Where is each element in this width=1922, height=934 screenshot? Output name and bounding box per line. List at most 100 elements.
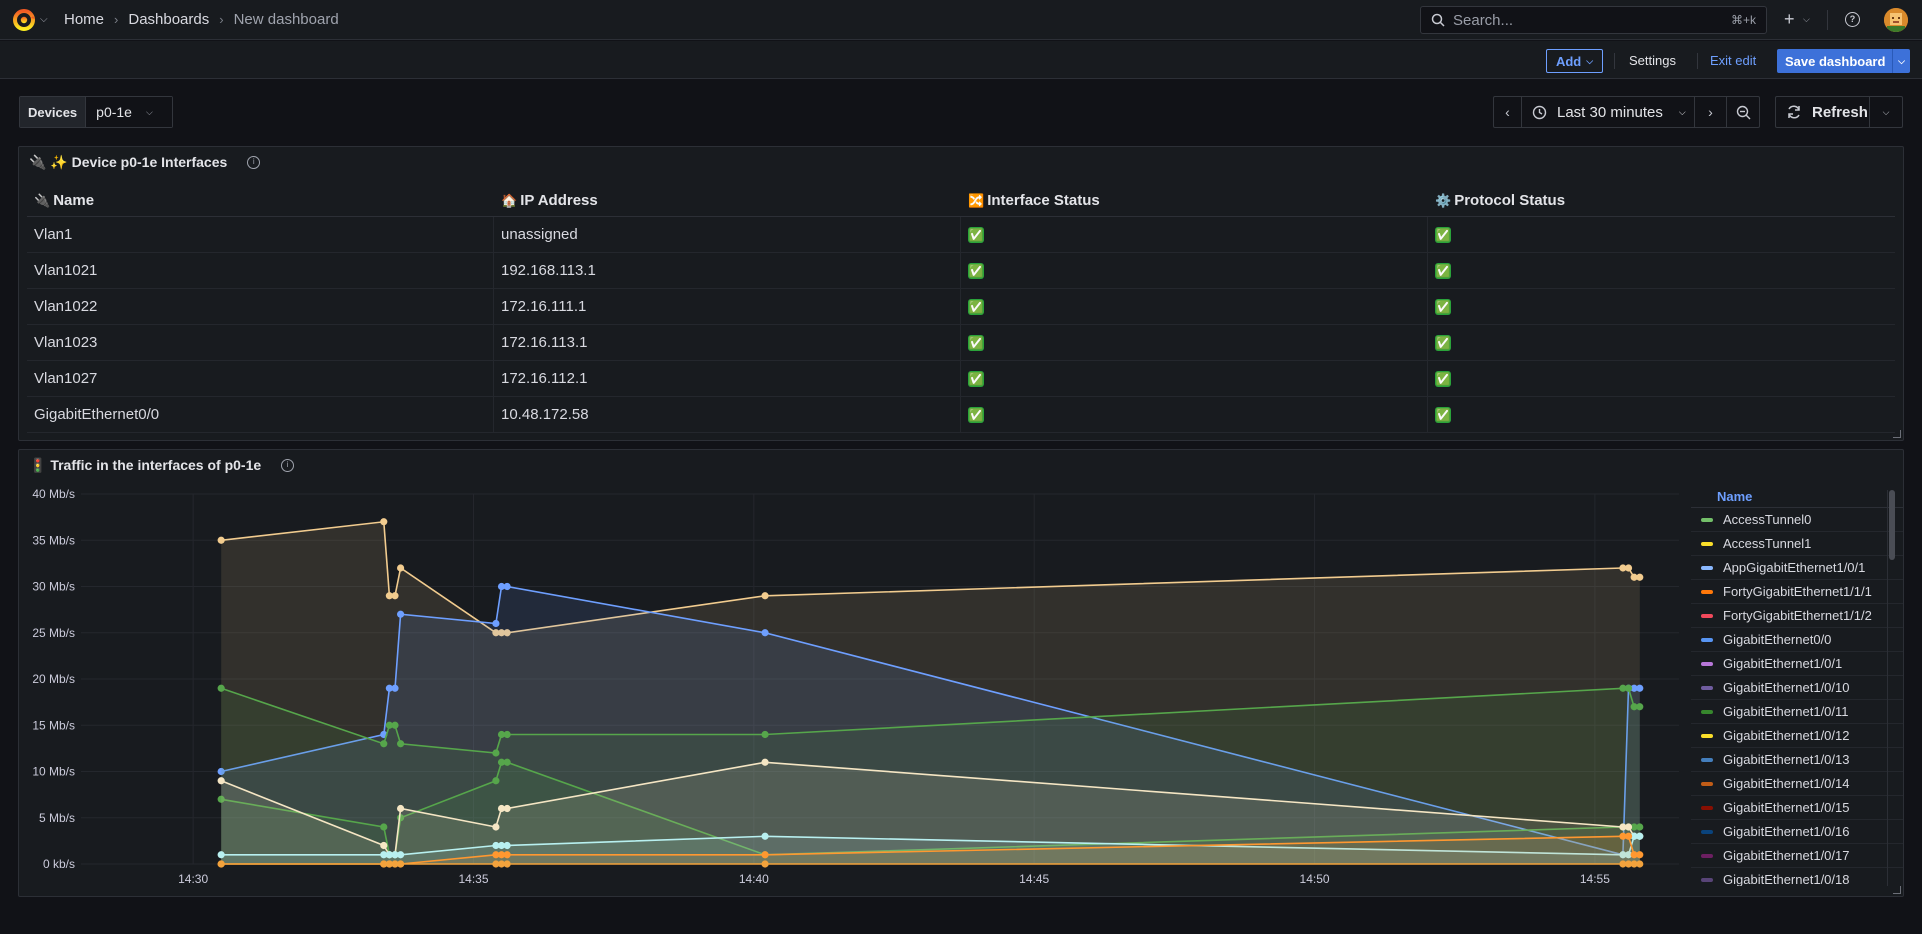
column-header-name[interactable]: 🔌 Name — [27, 185, 494, 216]
legend-header[interactable]: Name — [1691, 486, 1903, 508]
cell-name-text: Vlan1027 — [34, 370, 98, 387]
data-point — [761, 592, 769, 600]
x-tick-label: 14:50 — [1300, 872, 1330, 886]
save-dashboard-button[interactable]: Save dashboard ⌵ — [1777, 49, 1910, 73]
column-header-interface-status[interactable]: 🔀 Interface Status — [961, 185, 1428, 216]
legend-item[interactable]: AccessTunnel1 — [1691, 532, 1903, 556]
legend-swatch — [1701, 613, 1713, 618]
scrollbar-thumb[interactable] — [1889, 490, 1895, 560]
add-button[interactable]: Add ⌵ — [1546, 49, 1603, 73]
refresh-label: Refresh — [1812, 103, 1868, 121]
legend-item[interactable]: GigabitEthernet1/0/17 — [1691, 844, 1903, 868]
column-header-label: IP Address — [520, 192, 598, 209]
chevron-down-icon[interactable]: ⌵ — [1892, 49, 1910, 73]
resize-handle[interactable] — [1893, 430, 1901, 438]
legend-swatch — [1701, 637, 1713, 642]
column-header-protocol-status[interactable]: ⚙️ Protocol Status — [1428, 185, 1895, 216]
info-icon[interactable]: i — [281, 459, 295, 472]
data-point — [1624, 823, 1633, 831]
legend-item[interactable]: FortyGigabitEthernet1/1/1 — [1691, 580, 1903, 604]
legend-item[interactable]: AppGigabitEthernet1/0/1 — [1691, 556, 1903, 580]
breadcrumb-dashboards[interactable]: Dashboards — [128, 11, 209, 28]
panel-header[interactable]: 🔌 ✨ Device p0-1e Interfaces i — [29, 154, 261, 171]
check-icon: ✅ — [1435, 334, 1451, 351]
avatar[interactable] — [1884, 8, 1908, 32]
cell-ip-address: 172.16.112.1 — [494, 361, 961, 396]
y-tick-label: 25 Mb/s — [32, 626, 75, 640]
legend-item[interactable]: GigabitEthernet1/0/18 — [1691, 868, 1903, 886]
data-point — [1636, 860, 1644, 868]
legend-item[interactable]: GigabitEthernet0/0 — [1691, 628, 1903, 652]
data-point — [503, 582, 511, 591]
settings-button[interactable]: Settings — [1629, 53, 1676, 68]
legend-item[interactable]: GigabitEthernet1/0/16 — [1691, 820, 1903, 844]
legend-item[interactable]: GigabitEthernet1/0/14 — [1691, 772, 1903, 796]
legend-item[interactable]: GigabitEthernet1/0/11 — [1691, 700, 1903, 724]
legend-label: FortyGigabitEthernet1/1/2 — [1723, 608, 1872, 623]
search-shortcut: ⌘+k — [1730, 13, 1756, 27]
legend-label: GigabitEthernet1/0/12 — [1723, 728, 1850, 743]
panel-header[interactable]: 🚦 Traffic in the interfaces of p0-1e i — [29, 457, 295, 474]
cell-protocol-status: ✅ — [1428, 397, 1895, 432]
x-tick-label: 14:55 — [1580, 872, 1610, 886]
time-forward-button[interactable]: › — [1695, 97, 1727, 127]
interfaces-table-panel: 🔌 ✨ Device p0-1e Interfaces i 🔌 Name 🏠 IP … — [18, 146, 1904, 441]
cell-ip-address-text: 172.16.113.1 — [501, 334, 588, 351]
new-plus-icon[interactable]: + — [1784, 10, 1795, 28]
check-icon: ✅ — [968, 298, 984, 315]
traffic-chart[interactable]: 0 kb/s 5 Mb/s 10 Mb/s 15 Mb/s 20 Mb/s 25 Mb/s… — [19, 480, 1689, 898]
legend-item[interactable]: GigabitEthernet1/0/12 — [1691, 724, 1903, 748]
legend-swatch — [1701, 805, 1713, 810]
cell-name-text: Vlan1022 — [34, 298, 98, 315]
breadcrumb-home[interactable]: Home — [64, 11, 104, 28]
help-icon[interactable]: ? — [1845, 12, 1860, 27]
data-point — [492, 619, 500, 628]
search-input[interactable]: Search... ⌘+k — [1420, 6, 1767, 34]
chevron-down-icon: ⌵ — [1882, 106, 1890, 117]
cell-name: Vlan1021 — [27, 253, 494, 288]
time-range-picker: ‹ Last 30 minutes ⌵ › — [1493, 96, 1760, 128]
legend-scrollbar[interactable] — [1887, 490, 1895, 886]
legend-item[interactable]: GigabitEthernet1/0/15 — [1691, 796, 1903, 820]
time-range-select[interactable]: Last 30 minutes ⌵ — [1522, 97, 1695, 127]
table-row: Vlan1027 172.16.112.1 ✅ ✅ — [27, 361, 1895, 397]
legend-item[interactable]: GigabitEthernet1/0/13 — [1691, 748, 1903, 772]
cell-protocol-status: ✅ — [1428, 289, 1895, 324]
zoom-out-button[interactable] — [1727, 97, 1759, 127]
legend-label: AppGigabitEthernet1/0/1 — [1723, 560, 1866, 575]
data-point — [1636, 832, 1644, 840]
chevron-down-icon[interactable]: ⌵ — [40, 14, 48, 25]
data-point — [391, 721, 399, 729]
refresh-button[interactable]: Refresh — [1776, 97, 1870, 127]
chevron-down-icon[interactable]: ⌵ — [1803, 14, 1810, 25]
data-point — [397, 804, 405, 813]
x-tick-label: 14:30 — [178, 872, 208, 886]
legend-item[interactable]: GigabitEthernet1/0/1 — [1691, 652, 1903, 676]
legend-swatch — [1701, 565, 1713, 570]
cell-interface-status: ✅ — [961, 361, 1428, 396]
time-back-button[interactable]: ‹ — [1494, 97, 1522, 127]
info-icon[interactable]: i — [247, 156, 261, 169]
legend-item[interactable]: AccessTunnel0 — [1691, 508, 1903, 532]
legend-label: GigabitEthernet1/0/14 — [1723, 776, 1850, 791]
exit-edit-button[interactable]: Exit edit — [1710, 53, 1756, 68]
cell-name: Vlan1027 — [27, 361, 494, 396]
grafana-logo-icon[interactable] — [12, 8, 38, 32]
data-point — [397, 740, 405, 748]
column-header-ip[interactable]: 🏠 IP Address — [494, 185, 961, 216]
table-row: GigabitEthernet0/0 10.48.172.58 ✅ ✅ — [27, 397, 1895, 433]
devices-select[interactable]: p0-1e ⌵ — [86, 97, 173, 127]
cell-name-text: Vlan1 — [34, 226, 73, 243]
y-tick-label: 20 Mb/s — [32, 672, 75, 686]
legend-label: GigabitEthernet1/0/1 — [1723, 656, 1843, 671]
check-icon: ✅ — [968, 226, 984, 243]
resize-handle[interactable] — [1893, 886, 1901, 894]
check-icon: ✅ — [1435, 370, 1451, 387]
refresh-interval-dropdown[interactable]: ⌵ — [1870, 97, 1902, 127]
x-tick-label: 14:35 — [458, 872, 488, 886]
legend-item[interactable]: GigabitEthernet1/0/10 — [1691, 676, 1903, 700]
chevron-left-icon: ‹ — [1505, 104, 1510, 120]
breadcrumb: Home › Dashboards › New dashboard — [64, 11, 339, 28]
legend-item[interactable]: FortyGigabitEthernet1/1/2 — [1691, 604, 1903, 628]
cell-interface-status: ✅ — [961, 289, 1428, 324]
